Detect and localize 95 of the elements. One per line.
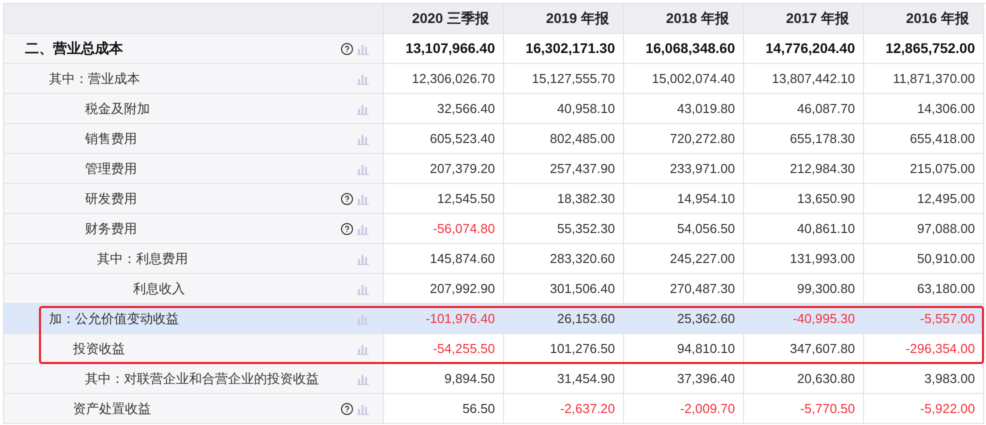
bar-chart-icon[interactable] [357,132,369,144]
table-cell: 43,019.80 [624,94,744,124]
table-cell: 54,056.50 [624,214,744,244]
table-cell: 50,910.00 [864,244,984,274]
table-cell: 15,002,074.40 [624,64,744,94]
bar-chart-icon[interactable] [357,402,369,414]
row-label: 税金及附加 [85,100,151,118]
table-cell: 32,566.40 [384,94,504,124]
table-cell: 245,227.00 [624,244,744,274]
table-cell: 257,437.90 [504,154,624,184]
row-label: 加：公允价值变动收益 [49,310,180,328]
table-cell: 97,088.00 [864,214,984,244]
table-cell: -5,922.00 [864,394,984,424]
help-icon[interactable] [341,192,353,204]
table-cell: 99,300.80 [744,274,864,304]
row-label: 管理费用 [85,160,138,178]
table-cell: 12,495.00 [864,184,984,214]
table-cell: -101,976.40 [384,304,504,334]
table-cell: 215,075.00 [864,154,984,184]
table-cell: 15,127,555.70 [504,64,624,94]
row-label: 其中：对联营企业和合营企业的投资收益 [85,370,320,388]
row-label: 财务费用 [85,220,138,238]
table-cell: 655,178.30 [744,124,864,154]
bar-chart-icon[interactable] [357,252,369,264]
column-header[interactable]: 2020 三季报 [384,4,504,34]
table-cell: 31,454.90 [504,364,624,394]
table-cell: 25,362.60 [624,304,744,334]
table-cell: 13,650.90 [744,184,864,214]
table-cell: 14,954.10 [624,184,744,214]
column-header[interactable]: 2016 年报 [864,4,984,34]
table-cell: 16,068,348.60 [624,34,744,64]
table-cell: 13,107,966.40 [384,34,504,64]
row-label: 研发费用 [85,190,138,208]
table-cell: 233,971.00 [624,154,744,184]
table-cell: 16,302,171.30 [504,34,624,64]
help-icon[interactable] [341,402,353,414]
table-cell: 46,087.70 [744,94,864,124]
table-cell: 56.50 [384,394,504,424]
table-cell: 11,871,370.00 [864,64,984,94]
column-header[interactable]: 2019 年报 [504,4,624,34]
bar-chart-icon[interactable] [357,282,369,294]
table-cell: 26,153.60 [504,304,624,334]
table-cell: 270,487.30 [624,274,744,304]
table-cell: 40,958.10 [504,94,624,124]
column-header[interactable]: 2018 年报 [624,4,744,34]
table-cell: 40,861.10 [744,214,864,244]
row-label: 利息收入 [133,280,186,298]
table-cell: 207,379.20 [384,154,504,184]
bar-chart-icon[interactable] [357,102,369,114]
table-cell: -40,995.30 [744,304,864,334]
row-label: 其中：利息费用 [97,250,189,268]
table-cell: 14,776,204.40 [744,34,864,64]
table-cell: -2,637.20 [504,394,624,424]
table-cell: -5,770.50 [744,394,864,424]
help-icon[interactable] [341,42,353,54]
table-cell: 12,545.50 [384,184,504,214]
table-cell: 20,630.80 [744,364,864,394]
column-header[interactable]: 2017 年报 [744,4,864,34]
table-cell: 14,306.00 [864,94,984,124]
help-icon[interactable] [341,222,353,234]
row-label: 其中：营业成本 [49,70,141,88]
table-cell: 131,993.00 [744,244,864,274]
table-cell: 212,984.30 [744,154,864,184]
table-cell: 802,485.00 [504,124,624,154]
table-cell: 55,352.30 [504,214,624,244]
table-cell: 283,320.60 [504,244,624,274]
bar-chart-icon[interactable] [357,72,369,84]
row-label: 销售费用 [85,130,138,148]
table-cell: 145,874.60 [384,244,504,274]
table-cell: 12,306,026.70 [384,64,504,94]
row-label: 资产处置收益 [73,400,152,418]
bar-chart-icon[interactable] [357,222,369,234]
bar-chart-icon[interactable] [357,372,369,384]
table-cell: 301,506.40 [504,274,624,304]
bar-chart-icon[interactable] [357,42,369,54]
table-cell: 37,396.40 [624,364,744,394]
row-label: 投资收益 [73,340,126,358]
table-cell: 63,180.00 [864,274,984,304]
table-cell: 12,865,752.00 [864,34,984,64]
table-cell: 9,894.50 [384,364,504,394]
table-cell: 13,807,442.10 [744,64,864,94]
table-cell: 207,992.90 [384,274,504,304]
table-cell: 605,523.40 [384,124,504,154]
table-cell: -5,557.00 [864,304,984,334]
table-cell: -56,074.80 [384,214,504,244]
table-cell: 3,983.00 [864,364,984,394]
bar-chart-icon[interactable] [357,192,369,204]
table-cell: 18,382.30 [504,184,624,214]
table-cell: 720,272.80 [624,124,744,154]
bar-chart-icon[interactable] [357,342,369,354]
row-label: 二、营业总成本 [25,39,124,58]
bar-chart-icon[interactable] [357,312,369,324]
bar-chart-icon[interactable] [357,162,369,174]
table-cell: 655,418.00 [864,124,984,154]
table-cell: -2,009.70 [624,394,744,424]
